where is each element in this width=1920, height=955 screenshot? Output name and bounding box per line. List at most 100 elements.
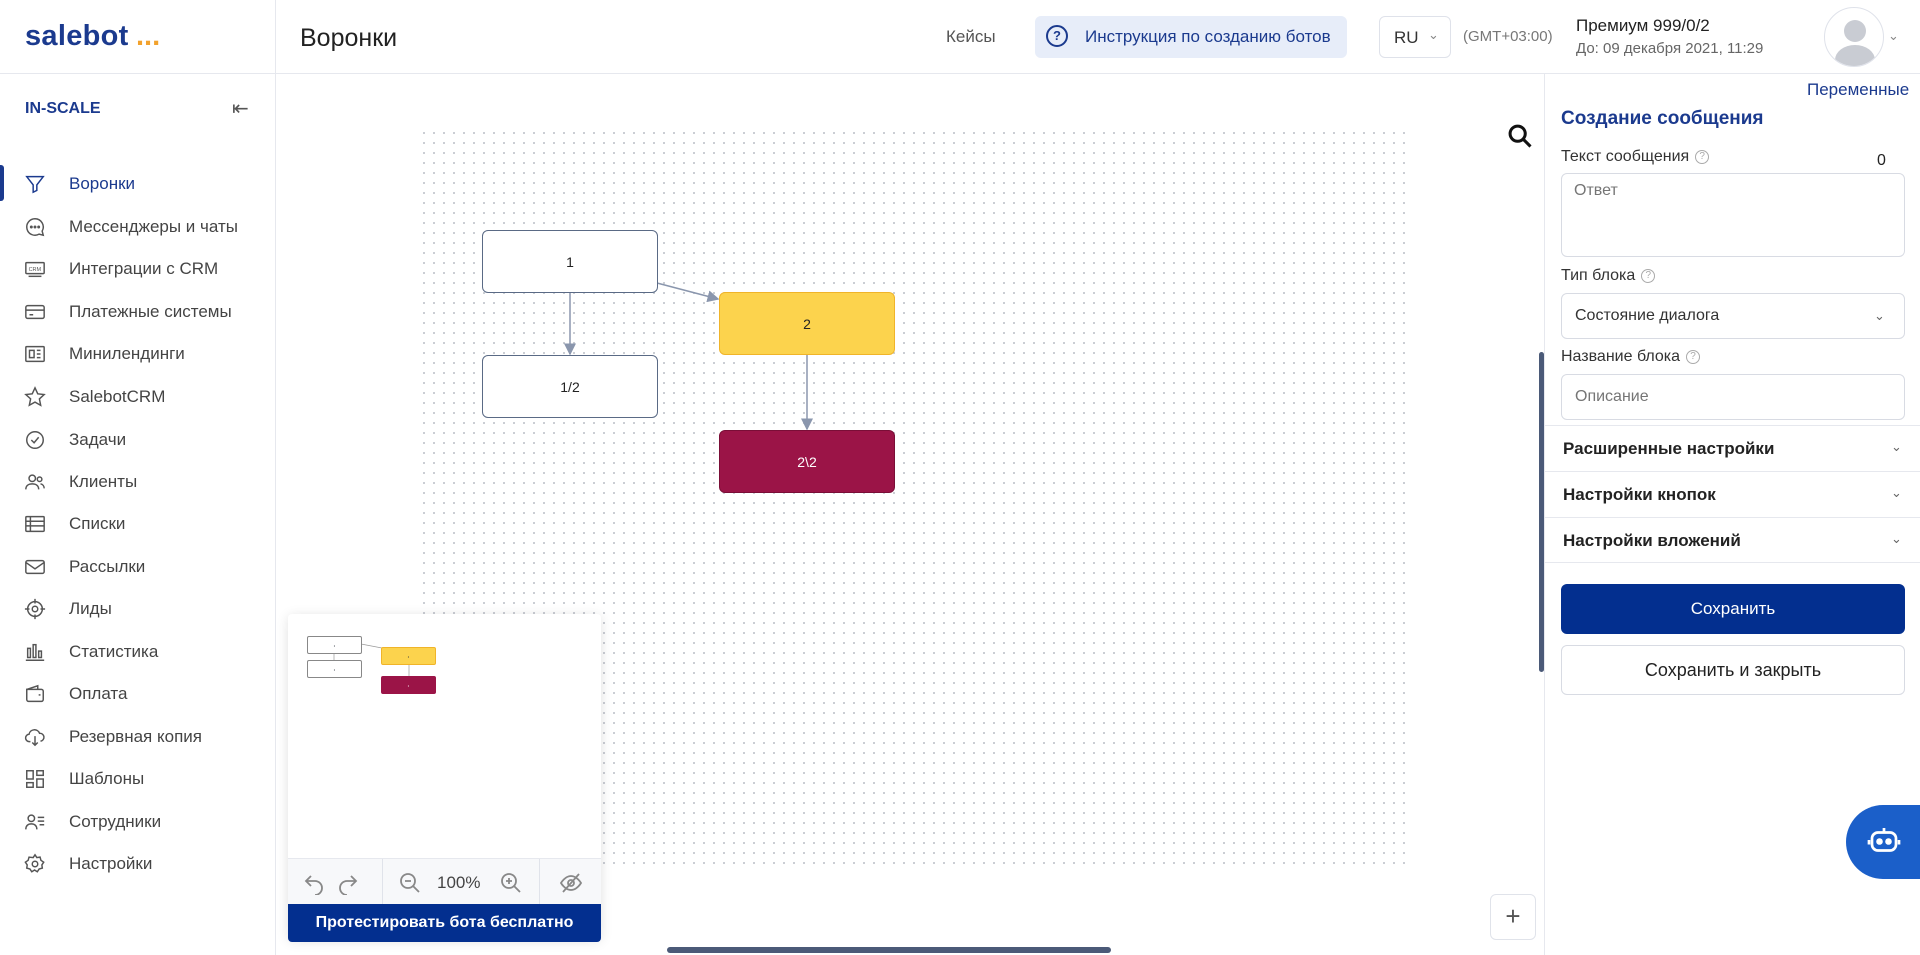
- language-value: RU: [1394, 28, 1419, 47]
- gear-icon: [24, 853, 45, 873]
- minimap-node: •: [381, 647, 436, 665]
- minimap-node: •: [307, 660, 362, 678]
- sidebar-item-label: Статистика: [69, 642, 159, 661]
- search-icon[interactable]: [1506, 122, 1534, 150]
- zoom-in-icon[interactable]: [499, 871, 523, 895]
- sidebar-item-statistics[interactable]: Статистика: [0, 631, 276, 671]
- question-icon: ?: [1046, 25, 1068, 47]
- panel-title: Создание сообщения: [1561, 108, 1764, 129]
- help-icon[interactable]: ?: [1641, 268, 1656, 283]
- horizontal-scrollbar[interactable]: [667, 947, 1111, 953]
- chevron-down-icon: ⌄: [1891, 439, 1902, 454]
- sidebar-item-minilandings[interactable]: Минилендинги: [0, 333, 276, 373]
- block-type-label: Тип блока?: [1561, 267, 1656, 285]
- zoom-out-icon[interactable]: [398, 871, 422, 895]
- save-and-close-button[interactable]: Сохранить и закрыть: [1561, 645, 1905, 695]
- sidebar-item-settings[interactable]: Настройки: [0, 843, 276, 883]
- avatar-head: [1844, 20, 1866, 42]
- node-1[interactable]: 1: [482, 230, 658, 293]
- staff-icon: [25, 814, 45, 830]
- test-bot-button[interactable]: Протестировать бота бесплатно: [288, 904, 601, 942]
- hide-minimap-icon[interactable]: [559, 871, 583, 895]
- app-root: salebot ... Воронки Кейсы ? Инструкция п…: [0, 0, 1920, 955]
- sidebar-item-label: SalebotCRM: [69, 387, 166, 406]
- block-type-select[interactable]: Состояние диалога ⌄: [1561, 293, 1905, 339]
- sidebar-item-tasks[interactable]: Задачи: [0, 419, 276, 459]
- sidebar-item-payments[interactable]: Платежные системы: [0, 291, 276, 331]
- list-icon: [25, 515, 45, 533]
- check-icon: [26, 431, 44, 449]
- sidebar: IN-SCALE ⇤ Воронки Мессенджеры и чаты CR…: [0, 74, 276, 955]
- sidebar-item-mailings[interactable]: Рассылки: [0, 546, 276, 586]
- chevron-down-icon[interactable]: ⌄: [1888, 28, 1899, 44]
- logo-dots: ...: [136, 20, 161, 52]
- sidebar-item-backup[interactable]: Резервная копия: [0, 716, 276, 756]
- node-1-2[interactable]: 1/2: [482, 355, 658, 418]
- users-icon: [25, 474, 45, 490]
- attachment-settings-section[interactable]: Настройки вложений ⌄: [1545, 517, 1920, 563]
- timezone: (GMT+03:00): [1463, 28, 1553, 45]
- svg-text:CRM: CRM: [29, 267, 42, 273]
- node-2[interactable]: 2: [719, 292, 895, 355]
- sidebar-item-label: Воронки: [69, 174, 136, 193]
- sidebar-item-salebotcrm[interactable]: SalebotCRM: [0, 376, 276, 416]
- sidebar-item-crm[interactable]: CRM Интеграции с CRM: [0, 248, 276, 288]
- redo-icon[interactable]: [336, 871, 360, 895]
- node-2-2[interactable]: 2\2: [719, 430, 895, 493]
- page-title: Воронки: [300, 24, 398, 52]
- avatar[interactable]: [1824, 7, 1884, 67]
- plan-name: Премиум 999/0/2: [1576, 16, 1710, 35]
- sidebar-item-templates[interactable]: Шаблоны: [0, 758, 276, 798]
- funnel-canvas[interactable]: 1 2 1/2 2\2 • • • • 100% Протестировать …: [276, 74, 1544, 955]
- edge-1-2: [656, 282, 720, 303]
- crm-icon: CRM: [25, 261, 45, 278]
- message-textarea[interactable]: [1561, 173, 1905, 257]
- cases-link[interactable]: Кейсы: [946, 27, 996, 47]
- chart-icon: [25, 643, 45, 661]
- chevron-down-icon: ⌄: [1874, 308, 1885, 323]
- sidebar-item-label: Шаблоны: [69, 769, 145, 788]
- zoom-level: 100%: [437, 873, 481, 892]
- sidebar-item-staff[interactable]: Сотрудники: [0, 801, 276, 841]
- sidebar-item-label: Рассылки: [69, 557, 146, 576]
- section-label: Расширенные настройки: [1563, 439, 1775, 458]
- collapse-sidebar-icon[interactable]: ⇤: [232, 96, 249, 121]
- text-label: Текст сообщения?: [1561, 148, 1710, 166]
- card-icon: [25, 304, 45, 320]
- section-label: Настройки вложений: [1563, 531, 1741, 550]
- button-settings-section[interactable]: Настройки кнопок ⌄: [1545, 471, 1920, 517]
- sidebar-item-label: Оплата: [69, 684, 128, 703]
- language-select[interactable]: RU ⌄: [1379, 16, 1451, 58]
- plan-until: До: 09 декабря 2021, 11:29: [1576, 40, 1764, 57]
- sidebar-item-label: Минилендинги: [69, 344, 185, 363]
- char-counter: 0: [1877, 152, 1886, 169]
- avatar-body: [1835, 45, 1875, 66]
- landing-icon: [25, 345, 45, 363]
- sidebar-item-leads[interactable]: Лиды: [0, 588, 276, 628]
- instruction-button[interactable]: ? Инструкция по созданию ботов: [1035, 16, 1347, 58]
- add-block-button[interactable]: +: [1490, 894, 1536, 940]
- org-name: IN-SCALE: [25, 100, 101, 117]
- save-button[interactable]: Сохранить: [1561, 584, 1905, 634]
- chat-bot-widget[interactable]: [1846, 805, 1920, 879]
- variables-link[interactable]: Переменные: [1807, 80, 1909, 100]
- minimap-area[interactable]: • • • •: [288, 614, 601, 858]
- block-name-input[interactable]: [1561, 374, 1905, 420]
- sidebar-item-clients[interactable]: Клиенты: [0, 461, 276, 501]
- sidebar-item-lists[interactable]: Списки: [0, 503, 276, 543]
- logo[interactable]: salebot: [25, 20, 129, 53]
- sidebar-item-label: Интеграции с CRM: [69, 259, 219, 278]
- sidebar-item-label: Клиенты: [69, 472, 138, 491]
- top-header: salebot ... Воронки Кейсы ? Инструкция п…: [0, 0, 1920, 74]
- sidebar-item-label: Резервная копия: [69, 727, 202, 746]
- help-icon[interactable]: ?: [1686, 349, 1701, 364]
- target-icon: [24, 598, 46, 620]
- help-icon[interactable]: ?: [1695, 149, 1710, 164]
- undo-icon[interactable]: [302, 871, 326, 895]
- sidebar-item-messengers[interactable]: Мессенджеры и чаты: [0, 206, 276, 246]
- sidebar-item-payment[interactable]: Оплата: [0, 673, 276, 713]
- advanced-settings-section[interactable]: Расширенные настройки ⌄: [1545, 425, 1920, 471]
- logo-area: salebot ...: [0, 0, 276, 74]
- sidebar-item-funnels[interactable]: Воронки: [0, 163, 276, 203]
- text-label-text: Текст сообщения: [1561, 148, 1690, 165]
